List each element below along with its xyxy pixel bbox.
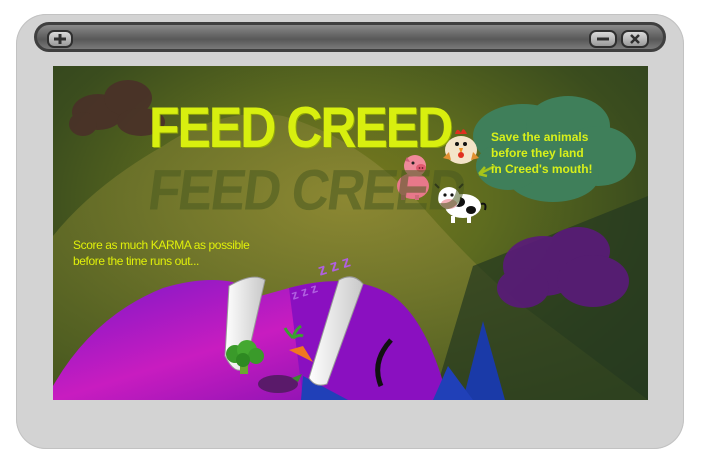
speech-bubble-line-3: in Creed's mouth!: [491, 162, 593, 176]
game-screen[interactable]: FEED CREED FEED CREED Score as much KARM…: [53, 66, 648, 400]
close-button[interactable]: [621, 30, 649, 48]
speech-bubble-line-1: Save the animals: [491, 130, 589, 144]
instructions-line-2: before the time runs out...: [73, 254, 199, 268]
minimize-button[interactable]: [589, 30, 617, 48]
plus-icon: [53, 34, 67, 44]
instructions-text: Score as much KARMA as possible before t…: [73, 237, 273, 269]
speech-bubble-line-2: before they land: [491, 146, 584, 160]
instructions-line-1: Score as much KARMA as possible: [73, 238, 250, 252]
game-title: FEED CREED: [149, 95, 453, 160]
window-titlebar: [34, 22, 666, 52]
menu-button[interactable]: [47, 30, 73, 48]
game-title-reflection: FEED CREED: [144, 159, 469, 223]
minus-icon: [596, 36, 610, 42]
speech-bubble-text: Save the animals before they land in Cre…: [491, 129, 631, 177]
x-icon: [629, 34, 641, 44]
